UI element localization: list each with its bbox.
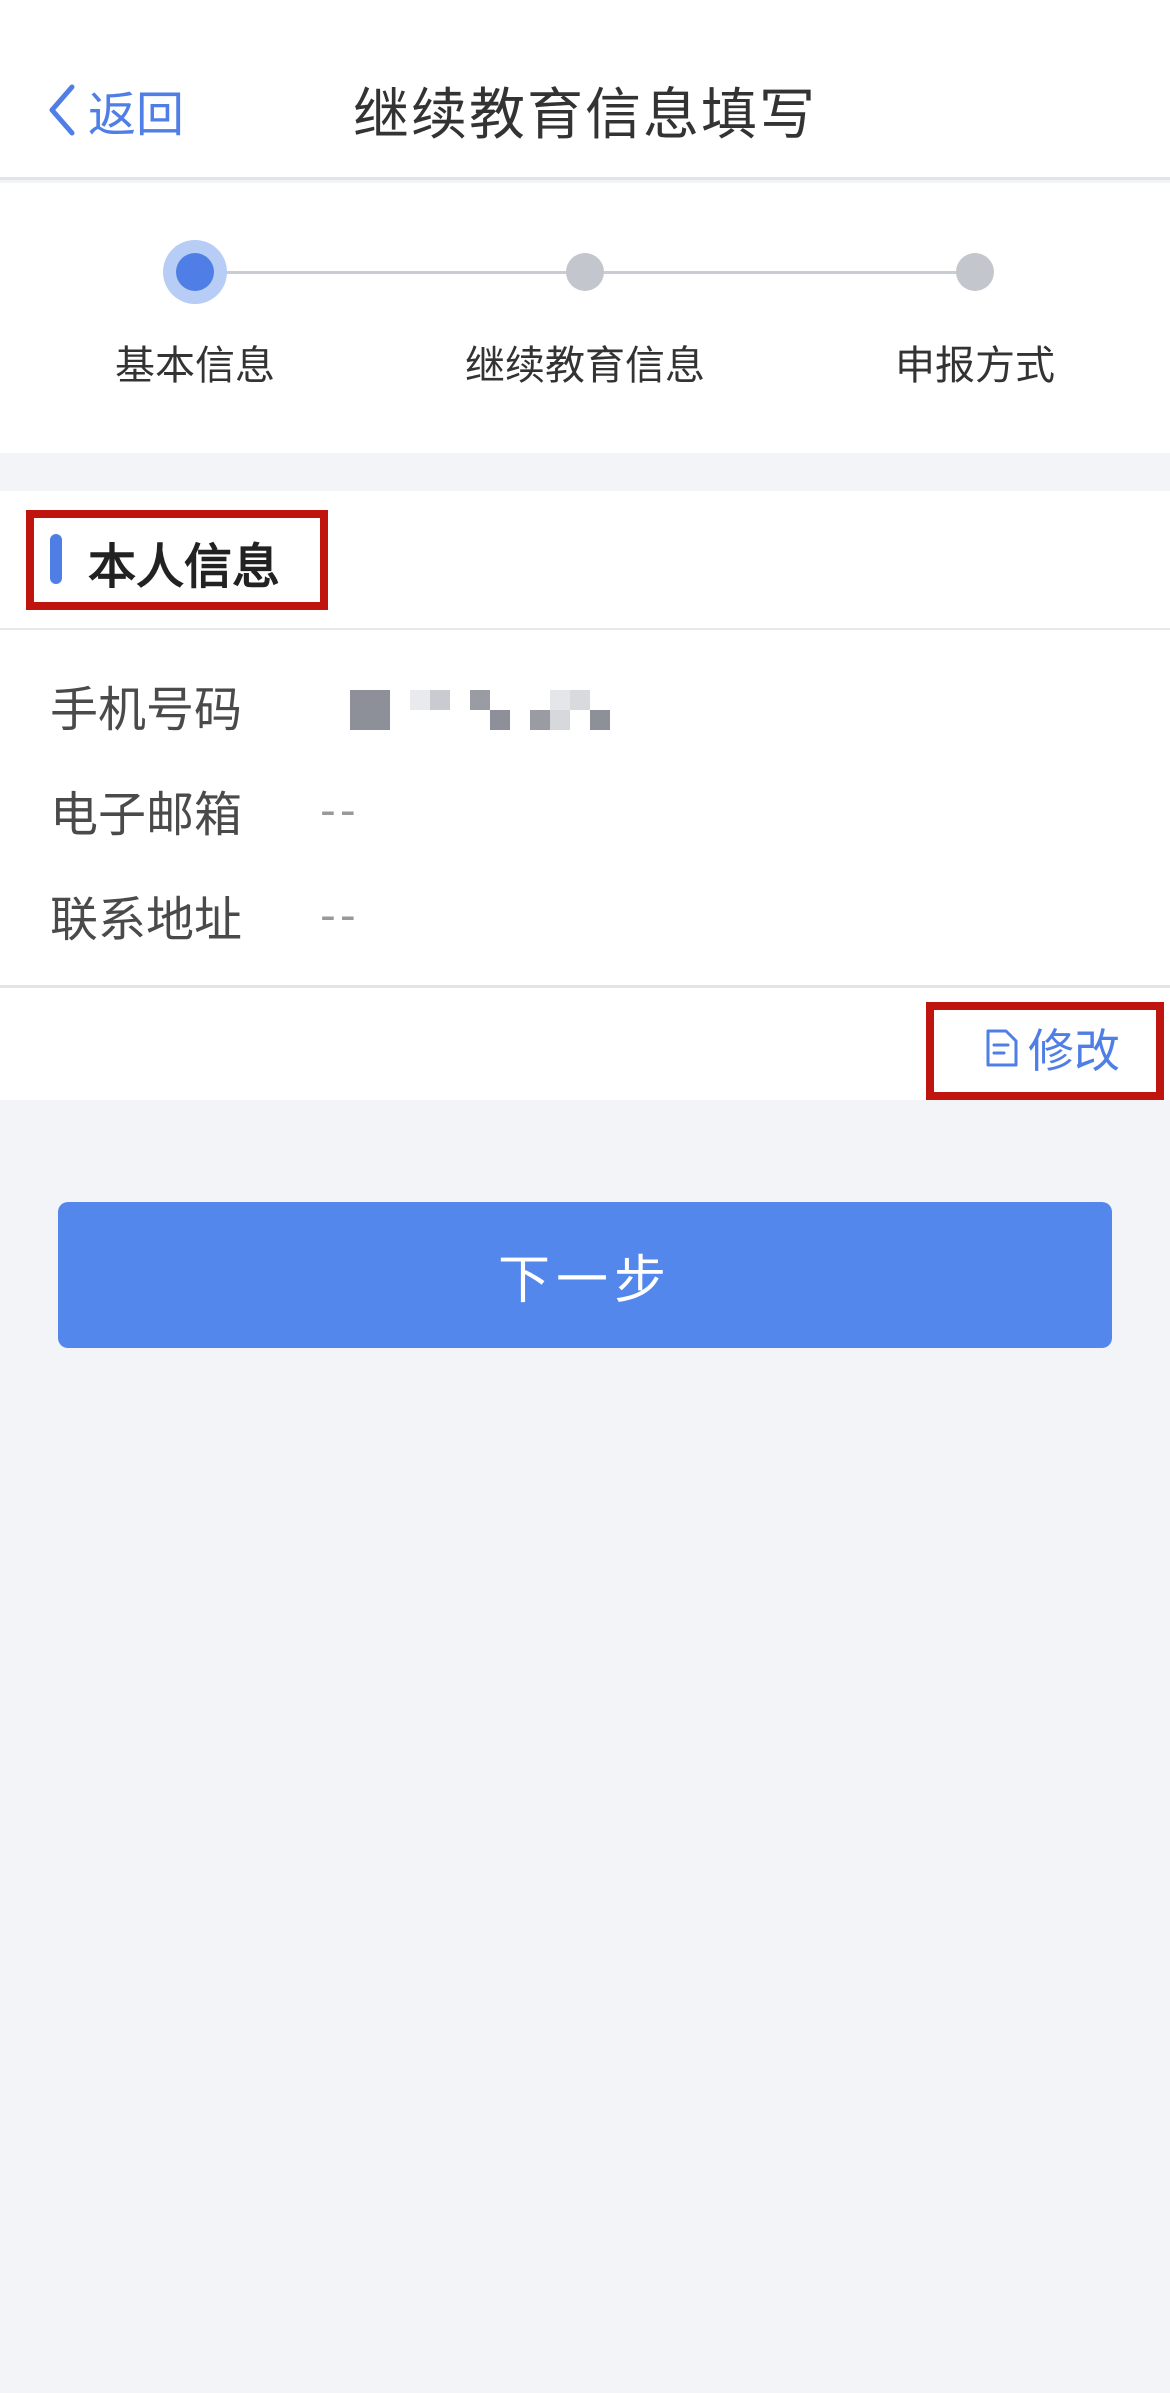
info-row-phone: 手机号码	[50, 670, 320, 740]
step-indicator	[956, 253, 994, 291]
nav-header: 返回 继续教育信息填写	[0, 0, 1170, 180]
highlight-box-section-title	[26, 510, 328, 610]
step-indicator-active	[163, 240, 227, 304]
step-label-continuing-education: 继续教育信息	[465, 343, 705, 389]
address-label: 联系地址	[50, 892, 243, 948]
step-label-declaration-method: 申报方式	[895, 343, 1055, 389]
address-value: --	[320, 889, 360, 941]
email-value: --	[320, 784, 360, 836]
phone-label: 手机号码	[50, 682, 243, 738]
info-row-address: 联系地址 --	[50, 880, 360, 950]
step-connector	[585, 271, 975, 274]
step-connector	[195, 271, 585, 274]
next-step-button[interactable]: 下一步	[58, 1202, 1112, 1348]
step-label-basic-info: 基本信息	[115, 343, 275, 389]
page-title: 继续教育信息填写	[353, 83, 817, 148]
email-label: 电子邮箱	[50, 787, 243, 843]
redacted-phone-number	[350, 690, 610, 730]
card-divider	[0, 985, 1170, 988]
progress-stepper: 基本信息 继续教育信息 申报方式	[0, 183, 1170, 453]
info-row-email: 电子邮箱 --	[50, 775, 360, 845]
step-indicator	[566, 253, 604, 291]
highlight-box-edit	[926, 1002, 1164, 1100]
